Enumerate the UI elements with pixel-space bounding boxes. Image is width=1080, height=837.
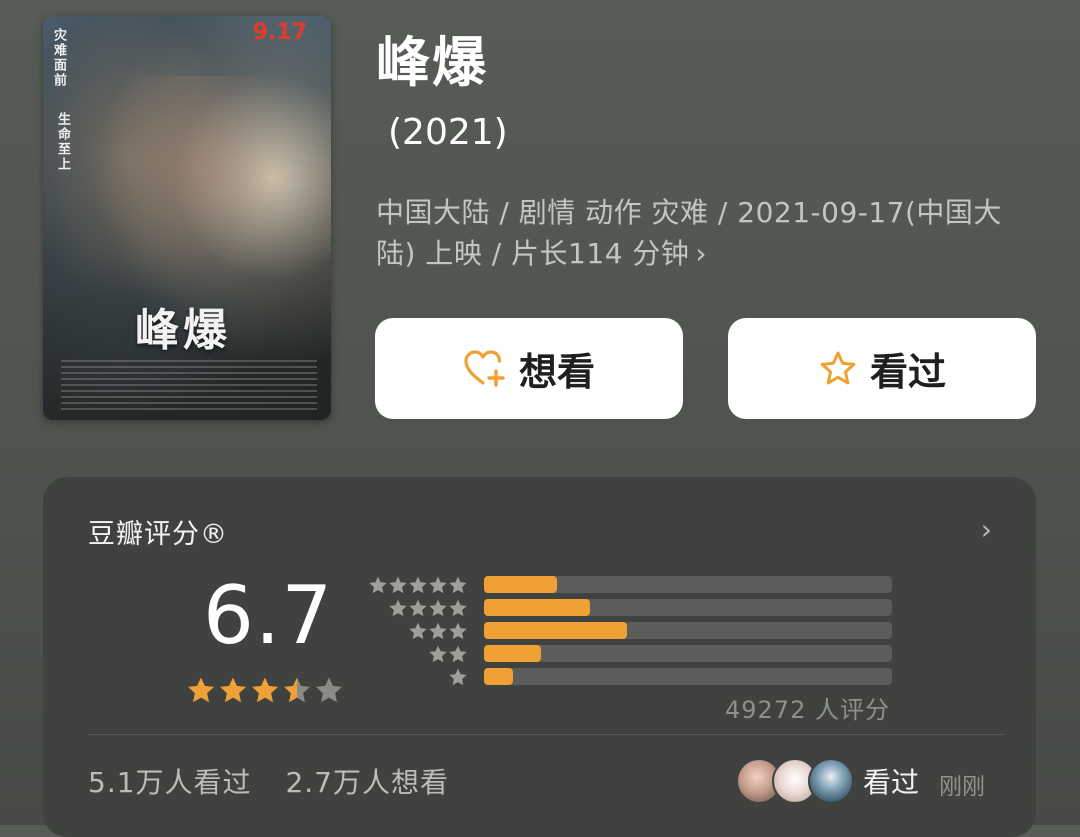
chevron-right-icon: ›: [695, 237, 708, 270]
rating-count: 49272 人评分: [725, 696, 890, 724]
watch-stats: 5.1万人看过 2.7万人想看: [88, 761, 473, 801]
rating-card-title: 豆瓣评分®: [88, 519, 228, 550]
movie-meta[interactable]: 中国大陆 / 剧情 动作 灾难 / 2021-09-17(中国大陆) 上映 / …: [376, 192, 1036, 274]
want-to-watch-button[interactable]: 想看: [375, 318, 683, 419]
star-icon: [316, 677, 342, 703]
rating-stars: [186, 675, 346, 705]
rating-bar-fill: [484, 622, 627, 639]
mini-star-group: [368, 644, 468, 664]
want-count: 2.7万人想看: [285, 766, 449, 799]
rating-bar-track: [484, 622, 892, 639]
poster-tagline-2: 生命至上: [55, 112, 70, 172]
star-icon: [429, 645, 447, 662]
mini-star-group: [368, 621, 468, 641]
star-icon: [429, 576, 447, 593]
mini-star-group: [368, 598, 468, 618]
mini-star-group: [368, 667, 468, 687]
heart-plus-icon: [464, 349, 505, 387]
star-icon: [282, 675, 314, 705]
star-outline-icon: [820, 351, 856, 384]
rating-bar-fill: [484, 599, 591, 616]
watched-button[interactable]: 看过: [728, 318, 1036, 419]
friends-seen-time: 刚刚: [939, 774, 985, 800]
star-icon: [314, 675, 346, 705]
seen-count: 5.1万人看过: [88, 766, 252, 799]
poster-tagline: 灾难面前: [51, 28, 66, 88]
star-icon: [449, 668, 467, 685]
star-icon: [429, 622, 447, 639]
star-icon: [186, 675, 218, 705]
star-icon: [218, 675, 250, 705]
watched-label: 看过: [869, 350, 946, 394]
movie-year: (2021): [388, 112, 508, 153]
rating-card[interactable]: 豆瓣评分® › 6.7 49272 人评分 5.1万人看过 2.7万人想看 看过…: [43, 477, 1036, 837]
star-icon: [409, 576, 427, 593]
rating-bar-track: [484, 645, 892, 662]
avatar[interactable]: [808, 758, 854, 804]
star-icon: [429, 599, 447, 616]
star-icon: [284, 677, 310, 703]
star-icon: [449, 645, 467, 662]
rating-bar-track: [484, 576, 892, 593]
star-icon: [449, 576, 467, 593]
star-icon: [369, 576, 387, 593]
friend-avatars[interactable]: [736, 758, 854, 804]
poster-release-date: 9.17: [252, 20, 307, 45]
want-to-watch-label: 想看: [518, 350, 595, 394]
poster-credits: [61, 360, 317, 410]
friends-seen-label: 看过: [863, 766, 920, 799]
rating-bar-fill: [484, 576, 558, 593]
movie-title: 峰爆: [376, 31, 488, 94]
movie-meta-text: 中国大陆 / 剧情 动作 灾难 / 2021-09-17(中国大陆) 上映 / …: [376, 196, 1002, 270]
star-icon: [250, 675, 282, 705]
star-icon: [252, 677, 278, 703]
poster-figures: [98, 76, 298, 306]
rating-score: 6.7: [203, 569, 334, 662]
star-icon: [449, 622, 467, 639]
rating-bar-track: [484, 599, 892, 616]
chevron-right-icon[interactable]: ›: [981, 513, 992, 546]
star-icon: [449, 599, 467, 616]
poster-title-art: 峰爆: [135, 305, 231, 356]
rating-bar-track: [484, 668, 892, 685]
rating-bar-fill: [484, 645, 542, 662]
star-icon: [409, 622, 427, 639]
mini-star-group: [368, 575, 468, 595]
movie-poster[interactable]: 灾难面前 生命至上 9.17 峰爆: [43, 16, 331, 420]
star-icon: [188, 677, 214, 703]
rating-bar-fill: [484, 668, 513, 685]
divider: [88, 734, 1004, 735]
star-icon: [389, 599, 407, 616]
star-icon: [389, 576, 407, 593]
star-icon: [220, 677, 246, 703]
star-icon: [409, 599, 427, 616]
